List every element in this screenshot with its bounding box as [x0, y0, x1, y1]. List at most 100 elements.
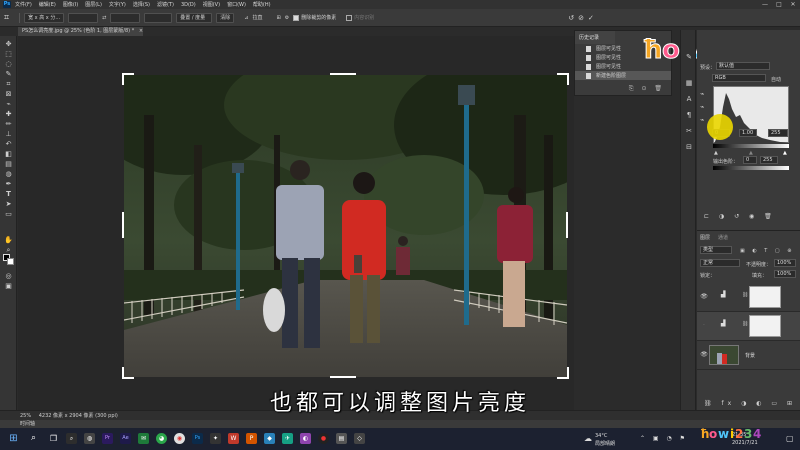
- layer-mask-thumbnail[interactable]: [749, 315, 781, 337]
- text-tool-icon[interactable]: T: [3, 190, 14, 199]
- reset-icon[interactable]: ↺: [568, 14, 574, 22]
- marquee-tool-icon[interactable]: ⬚: [3, 50, 14, 59]
- task-view-icon[interactable]: ❐: [48, 433, 59, 444]
- swap-dimensions-icon[interactable]: ⇄: [102, 15, 106, 21]
- pen-tool-icon[interactable]: ✒: [3, 180, 14, 189]
- eyedropper-black-icon[interactable]: ⌁: [700, 90, 704, 98]
- menu-type[interactable]: 文字(Y): [109, 1, 126, 8]
- crop-handle-top[interactable]: [330, 73, 356, 75]
- search-app-icon[interactable]: ⌕: [66, 433, 77, 444]
- layer-filter-icons[interactable]: ▣ ◐ T ▢ ⊕: [740, 248, 794, 254]
- eyedropper-white-icon[interactable]: ⌁: [700, 116, 704, 124]
- opacity-input[interactable]: 100%: [774, 259, 796, 267]
- path-select-icon[interactable]: ➤: [3, 200, 14, 209]
- app-icon[interactable]: ◍: [84, 433, 95, 444]
- app-icon[interactable]: ✈: [282, 433, 293, 444]
- menu-layer[interactable]: 图层(L): [85, 1, 102, 8]
- menu-window[interactable]: 窗口(W): [227, 1, 246, 8]
- screen-mode-icon[interactable]: ▣: [3, 282, 14, 291]
- menu-view[interactable]: 视图(V): [203, 1, 220, 8]
- photoshop-taskbar-icon[interactable]: Ps: [192, 433, 203, 444]
- blend-mode-select[interactable]: 正常: [700, 259, 740, 267]
- clear-button[interactable]: 清除: [216, 12, 235, 23]
- auto-button[interactable]: 自动: [771, 76, 781, 83]
- eyedropper-tool-icon[interactable]: ⌁: [3, 100, 14, 109]
- weather-temperature[interactable]: 34°C: [595, 433, 607, 439]
- swatches-icon[interactable]: ▦: [684, 78, 694, 88]
- history-item-selected[interactable]: 新建色阶图层: [575, 71, 671, 80]
- settings-gear-icon[interactable]: ⚙: [285, 15, 289, 21]
- layers-footer-icons[interactable]: ⛓ fx ◑ ◐ ▭ ⊞ 🗑: [704, 400, 800, 407]
- menu-file[interactable]: 文件(F): [15, 1, 32, 8]
- menu-3d[interactable]: 3D(D): [181, 2, 196, 8]
- close-window-button[interactable]: ✕: [788, 0, 798, 9]
- crop-handle-bottom[interactable]: [330, 376, 356, 378]
- delete-cropped-checkbox[interactable]: [293, 14, 300, 21]
- input-highlight-field[interactable]: 255: [768, 129, 788, 137]
- visibility-eye-icon[interactable]: ·: [700, 322, 708, 330]
- windows-start-icon[interactable]: ⊞: [8, 433, 19, 444]
- tab-channels[interactable]: 通道: [718, 234, 728, 241]
- background-color-swatch[interactable]: [7, 258, 14, 265]
- content-aware-checkbox[interactable]: [346, 14, 353, 21]
- adjustments-icon[interactable]: ⊟: [684, 142, 694, 152]
- park-photo[interactable]: [124, 75, 567, 377]
- fill-input[interactable]: 100%: [774, 270, 796, 278]
- maximize-button[interactable]: □: [774, 0, 784, 9]
- history-brush-icon[interactable]: ↶: [3, 140, 14, 149]
- cancel-icon[interactable]: ⊘: [578, 14, 584, 22]
- input-gamma-field[interactable]: 1.00: [739, 129, 757, 137]
- shadow-slider-handle[interactable]: ▲: [714, 150, 718, 156]
- record-icon[interactable]: ●: [318, 433, 329, 444]
- menu-help[interactable]: 帮助(H): [253, 1, 271, 8]
- brush-tool-icon[interactable]: ✏: [3, 120, 14, 129]
- crop-handle-left[interactable]: [122, 212, 124, 238]
- layer-mask-thumbnail[interactable]: [749, 286, 781, 308]
- minimize-button[interactable]: —: [760, 0, 770, 9]
- straighten-button[interactable]: 拉直: [253, 14, 263, 21]
- overlay-select[interactable]: 叠置 / 度量: [176, 12, 213, 23]
- crop-tool-icon[interactable]: ⌗: [3, 80, 14, 89]
- premiere-icon[interactable]: Pr: [102, 433, 113, 444]
- layer-row-levels-2[interactable]: · ▟ ⛓: [697, 312, 800, 341]
- channel-select[interactable]: RGB: [712, 74, 766, 82]
- layer-row-levels-1[interactable]: 👁 ▟ ⛓: [697, 283, 800, 312]
- timeline-tab[interactable]: 时间轴: [20, 421, 35, 427]
- quick-mask-icon[interactable]: ◎: [3, 272, 14, 281]
- crop-tool-icon[interactable]: ⌗: [4, 13, 9, 23]
- quick-select-tool-icon[interactable]: ✎: [3, 70, 14, 79]
- brush-settings-icon[interactable]: ✎: [684, 52, 694, 62]
- menu-filter[interactable]: 滤镜(T): [157, 1, 174, 8]
- search-icon[interactable]: ⌕: [28, 433, 39, 444]
- gradient-tool-icon[interactable]: ▤: [3, 160, 14, 169]
- wechat-icon[interactable]: ◕: [156, 433, 167, 444]
- shape-tool-icon[interactable]: ▭: [3, 210, 14, 219]
- menu-image[interactable]: 图像(I): [63, 1, 78, 8]
- character-icon[interactable]: A: [684, 94, 694, 104]
- preset-select[interactable]: 默认值: [716, 62, 770, 70]
- commit-icon[interactable]: ✓: [588, 14, 594, 22]
- document-tab[interactable]: PS怎么调亮度.jpg @ 25% (色阶 1, 图层蒙版/8) * ×: [18, 27, 143, 36]
- hand-tool-icon[interactable]: ✋: [3, 236, 14, 245]
- healing-brush-icon[interactable]: ✚: [3, 110, 14, 119]
- crop-handle-bottom-right[interactable]: [557, 367, 569, 379]
- visibility-eye-icon[interactable]: 👁: [700, 293, 708, 301]
- app-icon[interactable]: ◆: [264, 433, 275, 444]
- layer-filter-select[interactable]: 类型: [700, 246, 732, 254]
- crop-handle-top-right[interactable]: [557, 73, 569, 85]
- properties-footer-icons[interactable]: ⊏ ◑ ↺ ◉ 🗑: [704, 213, 776, 220]
- highlight-slider-handle[interactable]: ▲: [783, 150, 787, 156]
- after-effects-icon[interactable]: Ae: [120, 433, 131, 444]
- history-footer-icons[interactable]: ⎘ ⊙ 🗑: [629, 85, 665, 93]
- menu-select[interactable]: 选择(S): [133, 1, 150, 8]
- notification-icon[interactable]: ▢: [786, 434, 794, 443]
- tools-preset-icon[interactable]: ✂: [684, 126, 694, 136]
- menu-edit[interactable]: 编辑(E): [39, 1, 56, 8]
- lasso-tool-icon[interactable]: ◌: [3, 60, 14, 69]
- weather-description[interactable]: 局部晴朗: [595, 440, 615, 447]
- eyedropper-gray-icon[interactable]: ⌁: [700, 103, 704, 111]
- crop-width-input[interactable]: [68, 12, 99, 23]
- chrome-icon[interactable]: ◉: [174, 433, 185, 444]
- paragraph-icon[interactable]: ¶: [684, 110, 694, 120]
- layer-row-background[interactable]: 👁 背景: [697, 341, 800, 370]
